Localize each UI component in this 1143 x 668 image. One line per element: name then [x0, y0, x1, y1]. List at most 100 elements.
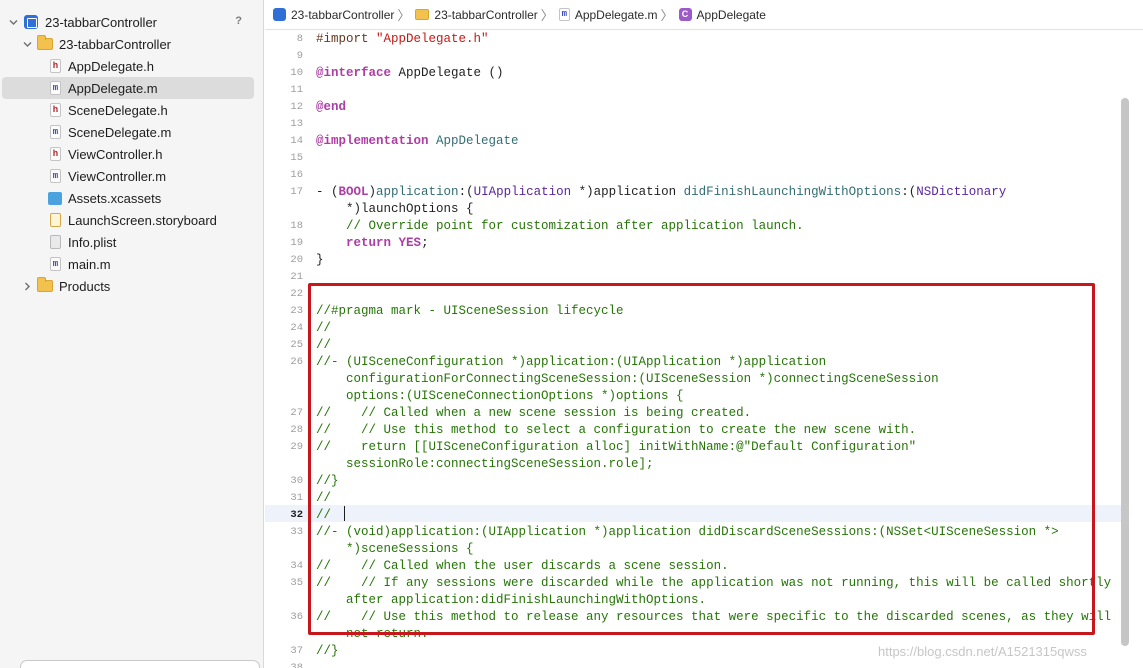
- code-line: #import "AppDelegate.h": [316, 32, 489, 46]
- navigator-file-item[interactable]: h ViewController.h: [2, 143, 254, 165]
- watermark: https://blog.csdn.net/A1521315qwss: [878, 644, 1087, 659]
- implementation-file-icon: m: [50, 125, 61, 139]
- line-number: 33: [290, 526, 303, 538]
- navigator-file-item[interactable]: m main.m: [2, 253, 254, 275]
- code-line: //- (UISceneConfiguration *)application:…: [316, 355, 827, 369]
- folder-icon: [37, 277, 53, 292]
- file-name: AppDelegate.m: [68, 80, 158, 96]
- file-name: SceneDelegate.m: [68, 124, 172, 140]
- navigator-file-item[interactable]: m ViewController.m: [2, 165, 254, 187]
- line-number: 25: [290, 339, 303, 351]
- line-number: 13: [290, 118, 303, 130]
- project-name: 23-tabbarController: [45, 14, 158, 30]
- navigator-file-item-selected[interactable]: m AppDelegate.m: [2, 77, 254, 99]
- code-line: @implementation AppDelegate: [316, 134, 519, 148]
- jump-bar: 23-tabbarController 〉 23-tabbarControlle…: [265, 0, 1143, 30]
- navigator-products-row[interactable]: Products: [2, 275, 254, 297]
- navigator-file-item[interactable]: h AppDelegate.h: [2, 55, 254, 77]
- line-number: 35: [290, 577, 303, 589]
- editor-scrollbar-thumb[interactable]: [1121, 98, 1129, 646]
- project-icon: [24, 15, 38, 29]
- code-line: // // Called when the user discards a sc…: [316, 559, 729, 573]
- code-line: //: [316, 321, 332, 335]
- line-number: 38: [290, 662, 303, 668]
- code-line: - (BOOL)application:(UIApplication *)app…: [316, 185, 1007, 199]
- code-line: // Override point for customization afte…: [316, 219, 804, 233]
- navigator-group-row[interactable]: 23-tabbarController: [2, 33, 254, 55]
- code-line: }: [316, 253, 324, 267]
- implementation-file-icon: m: [50, 257, 61, 271]
- project-icon: [273, 8, 286, 21]
- line-number: 8: [296, 33, 303, 45]
- line-number: 29: [290, 441, 303, 453]
- line-number: 30: [290, 475, 303, 487]
- code-line: after application:didFinishLaunchingWith…: [316, 593, 707, 607]
- jumpbar-symbol-crumb[interactable]: C AppDelegate: [678, 8, 766, 22]
- code-line: //}: [316, 644, 339, 658]
- file-name: LaunchScreen.storyboard: [68, 212, 217, 228]
- line-number: 20: [290, 254, 303, 266]
- line-number: 36: [290, 611, 303, 623]
- chevron-down-icon[interactable]: [20, 37, 34, 51]
- header-file-icon: h: [50, 59, 61, 73]
- file-name: Assets.xcassets: [68, 190, 162, 206]
- jumpbar-group-crumb[interactable]: 23-tabbarController 〉: [415, 5, 558, 24]
- line-number: 17: [290, 186, 303, 198]
- code-line-current: //: [316, 508, 332, 522]
- plist-file-icon: [50, 235, 61, 249]
- line-number: 37: [290, 645, 303, 657]
- jumpbar-file-crumb[interactable]: m AppDelegate.m 〉: [558, 5, 679, 24]
- asset-catalog-icon: [48, 191, 62, 205]
- storyboard-file-icon: [50, 213, 61, 227]
- group-name: 23-tabbarController: [59, 36, 172, 52]
- navigator-file-item[interactable]: Info.plist: [2, 231, 254, 253]
- line-number: 12: [290, 101, 303, 113]
- line-number-current: 32: [290, 509, 303, 521]
- chevron-right-icon[interactable]: [20, 279, 34, 293]
- source-editor[interactable]: 8 9 10 11 12 13 14 15 16 17 18 19 20 21 …: [265, 31, 1143, 668]
- code-line: // // If any sessions were discarded whi…: [316, 576, 1112, 590]
- folder-icon: [415, 9, 430, 20]
- line-number: 10: [290, 67, 303, 79]
- line-number: 16: [290, 169, 303, 181]
- navigator-file-item[interactable]: h SceneDelegate.h: [2, 99, 254, 121]
- file-name: ViewController.m: [68, 168, 167, 184]
- code-line: return YES;: [346, 236, 429, 250]
- code-line: options:(UISceneConnectionOptions *)opti…: [316, 389, 684, 403]
- chevron-right-icon: 〉: [660, 8, 674, 23]
- line-number: 9: [296, 50, 303, 62]
- code-line: *)launchOptions {: [316, 202, 474, 216]
- jumpbar-project-crumb[interactable]: 23-tabbarController 〉: [273, 5, 415, 24]
- chevron-right-icon: 〉: [397, 8, 411, 23]
- chevron-down-icon[interactable]: [6, 15, 20, 29]
- code-line: sessionRole:connectingSceneSession.role]…: [316, 457, 654, 471]
- implementation-file-icon: m: [558, 8, 570, 21]
- code-line: // // Use this method to select a config…: [316, 423, 917, 437]
- current-line-highlight: [265, 505, 1125, 522]
- text-cursor: [344, 506, 345, 521]
- implementation-file-icon: m: [50, 169, 61, 183]
- file-name: ViewController.h: [68, 146, 163, 162]
- scm-status-badge: ?: [235, 15, 242, 27]
- line-number: 26: [290, 356, 303, 368]
- file-name: Info.plist: [68, 234, 117, 250]
- chevron-right-icon: 〉: [540, 8, 554, 23]
- code-line: //- (void)application:(UIApplication *)a…: [316, 525, 1059, 539]
- line-number: 15: [290, 152, 303, 164]
- code-line: // // Use this method to release any res…: [316, 610, 1112, 624]
- navigator-file-item[interactable]: m SceneDelegate.m: [2, 121, 254, 143]
- line-number: 27: [290, 407, 303, 419]
- navigator-filter-field[interactable]: [20, 660, 260, 668]
- code-line: @interface AppDelegate (): [316, 66, 504, 80]
- code-line: //#pragma mark - UISceneSession lifecycl…: [316, 304, 624, 318]
- code-line: //: [316, 491, 332, 505]
- project-navigator: 23-tabbarController ? 23-tabbarControlle…: [0, 0, 264, 668]
- code-line: @end: [316, 100, 347, 114]
- navigator-file-item[interactable]: LaunchScreen.storyboard: [2, 209, 254, 231]
- products-label: Products: [59, 278, 111, 294]
- navigator-project-row[interactable]: 23-tabbarController ?: [2, 11, 254, 33]
- navigator-file-item[interactable]: Assets.xcassets: [2, 187, 254, 209]
- code-line: not return.: [316, 627, 429, 641]
- line-number: 11: [290, 84, 303, 96]
- line-number: 19: [290, 237, 303, 249]
